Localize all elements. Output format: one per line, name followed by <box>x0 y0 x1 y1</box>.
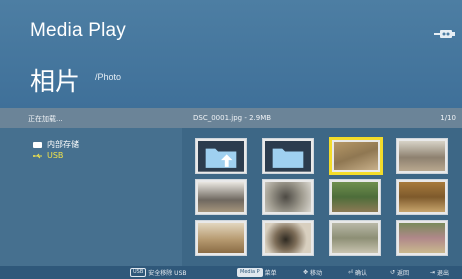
photo-image <box>332 182 378 212</box>
source-sidebar: 内部存储 USB <box>0 128 182 266</box>
page-title: 相片 <box>30 67 81 96</box>
photo-image <box>198 182 244 212</box>
folder-up-icon <box>198 141 244 172</box>
photo-thumbnail[interactable] <box>195 179 247 215</box>
photo-thumbnail[interactable] <box>329 137 383 175</box>
exit-icon: ⇥ <box>430 269 436 276</box>
move-arrows-icon: ✥ <box>303 269 309 276</box>
page-subtitle: /Photo <box>95 72 122 82</box>
photo-image <box>399 223 445 253</box>
menu-hint[interactable]: Media P 菜单 <box>237 268 277 277</box>
menu-label: 菜单 <box>264 270 277 277</box>
storage-icon <box>33 141 42 148</box>
folder-item[interactable] <box>262 138 314 174</box>
safe-remove-label: 安全移除 USB <box>148 270 187 277</box>
photo-image <box>332 223 378 253</box>
enter-icon: ⏎ <box>348 269 354 276</box>
move-hint[interactable]: ✥ 移动 <box>303 268 322 277</box>
photo-image <box>334 142 378 170</box>
confirm-label: 确认 <box>355 270 368 277</box>
photo-thumbnail[interactable] <box>329 220 381 256</box>
media-p-key: Media P <box>237 268 263 277</box>
photo-image <box>198 223 244 253</box>
photo-thumbnail[interactable] <box>396 179 448 215</box>
move-label: 移动 <box>310 270 323 277</box>
loading-status: 正在加载... <box>28 115 63 123</box>
photo-thumbnail[interactable] <box>396 220 448 256</box>
footer-hints: USB 安全移除 USB Media P 菜单 ✥ 移动 ⏎ 确认 ↺ 返回 ⇥… <box>0 266 462 279</box>
sidebar-item-usb[interactable]: USB <box>33 151 63 160</box>
status-bar: 正在加载... DSC_0001.jpg - 2.9MB 1/10 <box>0 108 462 128</box>
photo-thumbnail[interactable] <box>396 138 448 174</box>
back-icon: ↺ <box>390 269 396 276</box>
sidebar-item-label: USB <box>47 151 64 160</box>
sidebar-item-internal-storage[interactable]: 内部存储 <box>33 139 79 150</box>
exit-hint[interactable]: ⇥ 退出 <box>430 268 449 277</box>
usb-icon <box>33 153 42 158</box>
photo-image <box>265 182 311 212</box>
confirm-hint[interactable]: ⏎ 确认 <box>348 268 367 277</box>
back-label: 返回 <box>397 270 410 277</box>
folder-icon <box>265 141 311 172</box>
safe-remove-hint[interactable]: USB 安全移除 USB <box>130 268 187 277</box>
app-title: Media Play <box>30 20 126 41</box>
thumbnail-grid <box>182 128 462 266</box>
photo-thumbnail[interactable] <box>262 220 314 256</box>
photo-thumbnail[interactable] <box>262 179 314 215</box>
usb-connected-icon <box>434 30 455 38</box>
exit-label: 退出 <box>437 270 450 277</box>
photo-image <box>399 141 445 171</box>
folder-up-item[interactable] <box>195 138 247 174</box>
page-counter: 1/10 <box>440 114 456 122</box>
photo-image <box>399 182 445 212</box>
photo-thumbnail[interactable] <box>329 179 381 215</box>
file-info: DSC_0001.jpg - 2.9MB <box>193 114 272 122</box>
back-hint[interactable]: ↺ 返回 <box>390 268 409 277</box>
usb-key: USB <box>130 268 147 277</box>
photo-thumbnail[interactable] <box>195 220 247 256</box>
photo-image <box>265 223 311 253</box>
sidebar-item-label: 内部存储 <box>47 140 79 149</box>
header-bar: Media Play 相片 /Photo <box>0 0 462 108</box>
